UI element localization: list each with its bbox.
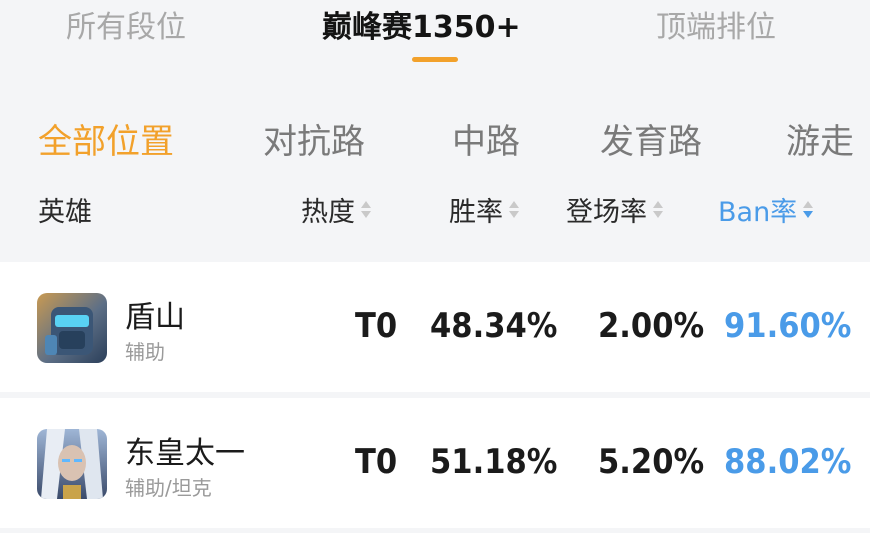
position-tabs: 全部位置 对抗路 中路 发育路 游走 xyxy=(0,110,870,163)
heat-tier: T0 xyxy=(355,306,398,346)
column-ban-rate-label: Ban率 xyxy=(718,197,798,228)
tab-top-ranked[interactable]: 顶端排位 xyxy=(656,2,776,46)
heat-tier: T0 xyxy=(355,442,398,482)
column-pick-rate-label: 登场率 xyxy=(566,197,647,228)
tab-peak-1350[interactable]: 巅峰赛1350+ xyxy=(322,2,521,46)
tab-mid-lane[interactable]: 中路 xyxy=(452,114,520,163)
column-hero-label: 英雄 xyxy=(38,197,92,228)
ban-rate: 91.60% xyxy=(724,306,852,346)
column-win-rate-label: 胜率 xyxy=(449,197,503,228)
column-ban-rate[interactable]: Ban率 xyxy=(718,190,814,229)
active-tab-indicator xyxy=(412,57,458,62)
tab-roam[interactable]: 游走 xyxy=(786,114,854,163)
column-win-rate[interactable]: 胜率 xyxy=(449,190,519,229)
sort-icon xyxy=(361,198,371,222)
tab-all-positions[interactable]: 全部位置 xyxy=(38,114,174,163)
hero-role: 辅助/坦克 xyxy=(125,476,212,500)
tab-farm-lane[interactable]: 发育路 xyxy=(600,114,702,163)
column-heat[interactable]: 热度 xyxy=(301,190,371,229)
hero-portrait-icon xyxy=(37,429,107,499)
ban-rate: 88.02% xyxy=(724,442,852,482)
sort-desc-icon xyxy=(803,198,814,222)
sort-icon xyxy=(653,198,663,222)
pick-rate: 2.00% xyxy=(598,306,705,346)
tab-clash-lane[interactable]: 对抗路 xyxy=(263,114,365,163)
table-row[interactable]: 东皇太一 辅助/坦克 T0 51.18% 5.20% 88.02% xyxy=(0,398,870,528)
pick-rate: 5.20% xyxy=(598,442,705,482)
hero-role: 辅助 xyxy=(125,340,165,364)
tab-all-ranks[interactable]: 所有段位 xyxy=(66,2,186,46)
sort-icon xyxy=(509,198,519,222)
table-header: 英雄 热度 胜率 登场率 Ban率 xyxy=(0,190,870,236)
rank-tier-tabs: 所有段位 巅峰赛1350+ 顶端排位 xyxy=(0,0,870,70)
column-pick-rate[interactable]: 登场率 xyxy=(566,190,663,229)
hero-portrait-icon xyxy=(37,293,107,363)
column-heat-label: 热度 xyxy=(301,197,355,228)
win-rate: 51.18% xyxy=(430,442,558,482)
column-hero: 英雄 xyxy=(38,190,92,229)
hero-name: 东皇太一 xyxy=(125,436,245,471)
hero-name: 盾山 xyxy=(125,300,185,335)
table-row[interactable]: 盾山 辅助 T0 48.34% 2.00% 91.60% xyxy=(0,262,870,392)
win-rate: 48.34% xyxy=(430,306,558,346)
